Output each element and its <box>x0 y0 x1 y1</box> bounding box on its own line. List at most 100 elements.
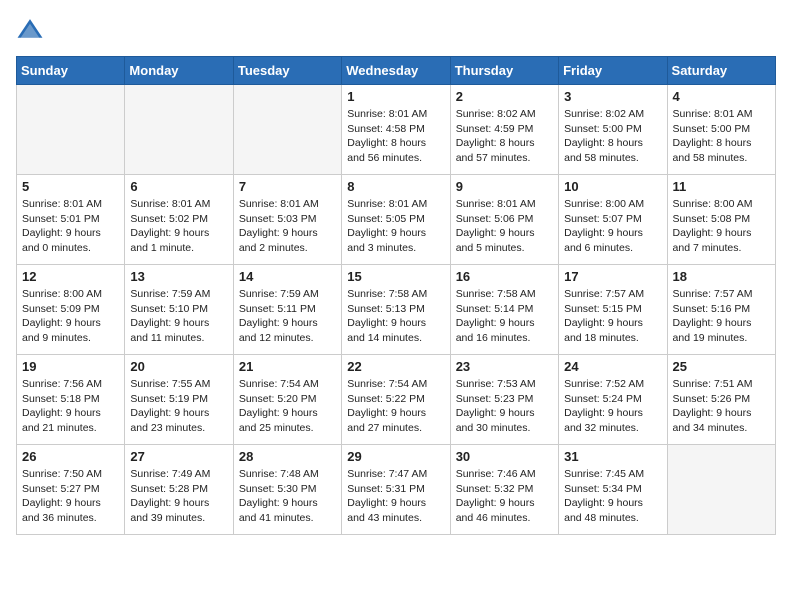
calendar-cell: 31 Sunrise: 7:45 AMSunset: 5:34 PMDayligh… <box>559 445 667 535</box>
day-number: 14 <box>239 269 336 284</box>
day-number: 1 <box>347 89 444 104</box>
calendar-cell: 17Sunrise: 7:57 AMSunset: 5:15 PMDayligh… <box>559 265 667 355</box>
calendar-cell: 29 Sunrise: 7:47 AMSunset: 5:31 PMDayligh… <box>342 445 450 535</box>
weekday-header-tuesday: Tuesday <box>233 57 341 85</box>
day-number: 7 <box>239 179 336 194</box>
calendar-week-row: 26 Sunrise: 7:50 AMSunset: 5:27 PMDayligh… <box>17 445 776 535</box>
day-info: Sunrise: 7:50 AMSunset: 5:27 PMDaylight:… <box>22 467 119 526</box>
calendar-cell: 5 Sunrise: 8:01 AMSunset: 5:01 PMDaylight… <box>17 175 125 265</box>
calendar-cell: 25 Sunrise: 7:51 AMSunset: 5:26 PMDayligh… <box>667 355 775 445</box>
day-number: 30 <box>456 449 553 464</box>
header <box>16 16 776 44</box>
day-info: Sunrise: 7:47 AMSunset: 5:31 PMDaylight:… <box>347 467 444 526</box>
day-number: 3 <box>564 89 661 104</box>
day-info: Sunrise: 8:01 AMSunset: 5:06 PMDaylight:… <box>456 197 553 256</box>
day-info: Sunrise: 7:45 AMSunset: 5:34 PMDaylight:… <box>564 467 661 526</box>
calendar-cell: 11 Sunrise: 8:00 AMSunset: 5:08 PMDayligh… <box>667 175 775 265</box>
weekday-header-saturday: Saturday <box>667 57 775 85</box>
day-number: 26 <box>22 449 119 464</box>
day-number: 21 <box>239 359 336 374</box>
day-info: Sunrise: 8:01 AMSunset: 5:00 PMDaylight:… <box>673 107 770 166</box>
calendar-cell: 18 Sunrise: 7:57 AMSunset: 5:16 PMDayligh… <box>667 265 775 355</box>
day-info: Sunrise: 7:46 AMSunset: 5:32 PMDaylight:… <box>456 467 553 526</box>
calendar-cell: 22 Sunrise: 7:54 AMSunset: 5:22 PMDayligh… <box>342 355 450 445</box>
calendar-cell: 28Sunrise: 7:48 AMSunset: 5:30 PMDayligh… <box>233 445 341 535</box>
day-info: Sunrise: 8:00 AMSunset: 5:08 PMDaylight:… <box>673 197 770 256</box>
day-info: Sunrise: 7:59 AMSunset: 5:11 PMDaylight:… <box>239 287 336 346</box>
calendar-cell: 15Sunrise: 7:58 AMSunset: 5:13 PMDayligh… <box>342 265 450 355</box>
day-number: 27 <box>130 449 227 464</box>
day-info: Sunrise: 7:58 AMSunset: 5:13 PMDaylight:… <box>347 287 444 346</box>
logo <box>16 16 48 44</box>
calendar-cell: 20 Sunrise: 7:55 AMSunset: 5:19 PMDayligh… <box>125 355 233 445</box>
day-number: 13 <box>130 269 227 284</box>
calendar-cell: 2 Sunrise: 8:02 AMSunset: 4:59 PMDaylight… <box>450 85 558 175</box>
day-info: Sunrise: 8:01 AMSunset: 5:03 PMDaylight:… <box>239 197 336 256</box>
day-number: 31 <box>564 449 661 464</box>
calendar-cell: 21 Sunrise: 7:54 AMSunset: 5:20 PMDayligh… <box>233 355 341 445</box>
day-info: Sunrise: 7:55 AMSunset: 5:19 PMDaylight:… <box>130 377 227 436</box>
calendar-cell: 16 Sunrise: 7:58 AMSunset: 5:14 PMDayligh… <box>450 265 558 355</box>
calendar-cell: 13Sunrise: 7:59 AMSunset: 5:10 PMDayligh… <box>125 265 233 355</box>
day-number: 8 <box>347 179 444 194</box>
day-info: Sunrise: 7:51 AMSunset: 5:26 PMDaylight:… <box>673 377 770 436</box>
day-info: Sunrise: 7:53 AMSunset: 5:23 PMDaylight:… <box>456 377 553 436</box>
calendar-week-row: 5 Sunrise: 8:01 AMSunset: 5:01 PMDaylight… <box>17 175 776 265</box>
day-info: Sunrise: 8:01 AMSunset: 4:58 PMDaylight:… <box>347 107 444 166</box>
day-number: 16 <box>456 269 553 284</box>
calendar-cell: 8 Sunrise: 8:01 AMSunset: 5:05 PMDaylight… <box>342 175 450 265</box>
calendar-cell: 24Sunrise: 7:52 AMSunset: 5:24 PMDayligh… <box>559 355 667 445</box>
calendar-cell: 30 Sunrise: 7:46 AMSunset: 5:32 PMDayligh… <box>450 445 558 535</box>
weekday-header-friday: Friday <box>559 57 667 85</box>
day-number: 25 <box>673 359 770 374</box>
weekday-header-wednesday: Wednesday <box>342 57 450 85</box>
day-number: 11 <box>673 179 770 194</box>
day-number: 17 <box>564 269 661 284</box>
calendar-cell: 19 Sunrise: 7:56 AMSunset: 5:18 PMDayligh… <box>17 355 125 445</box>
calendar-week-row: 19 Sunrise: 7:56 AMSunset: 5:18 PMDayligh… <box>17 355 776 445</box>
calendar-cell: 26 Sunrise: 7:50 AMSunset: 5:27 PMDayligh… <box>17 445 125 535</box>
day-info: Sunrise: 7:54 AMSunset: 5:22 PMDaylight:… <box>347 377 444 436</box>
day-info: Sunrise: 8:01 AMSunset: 5:05 PMDaylight:… <box>347 197 444 256</box>
weekday-header-monday: Monday <box>125 57 233 85</box>
day-number: 2 <box>456 89 553 104</box>
calendar-table: SundayMondayTuesdayWednesdayThursdayFrid… <box>16 56 776 535</box>
day-number: 9 <box>456 179 553 194</box>
logo-icon <box>16 16 44 44</box>
day-info: Sunrise: 7:56 AMSunset: 5:18 PMDaylight:… <box>22 377 119 436</box>
calendar-cell <box>667 445 775 535</box>
day-info: Sunrise: 8:02 AMSunset: 4:59 PMDaylight:… <box>456 107 553 166</box>
calendar-cell <box>125 85 233 175</box>
calendar-cell: 14 Sunrise: 7:59 AMSunset: 5:11 PMDayligh… <box>233 265 341 355</box>
calendar-cell <box>233 85 341 175</box>
day-number: 10 <box>564 179 661 194</box>
day-number: 6 <box>130 179 227 194</box>
calendar-cell <box>17 85 125 175</box>
calendar-week-row: 12 Sunrise: 8:00 AMSunset: 5:09 PMDayligh… <box>17 265 776 355</box>
calendar-week-row: 1 Sunrise: 8:01 AMSunset: 4:58 PMDaylight… <box>17 85 776 175</box>
day-info: Sunrise: 7:58 AMSunset: 5:14 PMDaylight:… <box>456 287 553 346</box>
day-number: 12 <box>22 269 119 284</box>
calendar-cell: 3 Sunrise: 8:02 AMSunset: 5:00 PMDaylight… <box>559 85 667 175</box>
weekday-header-thursday: Thursday <box>450 57 558 85</box>
day-info: Sunrise: 8:01 AMSunset: 5:02 PMDaylight:… <box>130 197 227 256</box>
day-info: Sunrise: 7:57 AMSunset: 5:16 PMDaylight:… <box>673 287 770 346</box>
day-number: 18 <box>673 269 770 284</box>
day-info: Sunrise: 7:54 AMSunset: 5:20 PMDaylight:… <box>239 377 336 436</box>
day-number: 28 <box>239 449 336 464</box>
calendar-cell: 10Sunrise: 8:00 AMSunset: 5:07 PMDayligh… <box>559 175 667 265</box>
weekday-header-sunday: Sunday <box>17 57 125 85</box>
day-info: Sunrise: 8:00 AMSunset: 5:09 PMDaylight:… <box>22 287 119 346</box>
day-number: 4 <box>673 89 770 104</box>
calendar-cell: 6 Sunrise: 8:01 AMSunset: 5:02 PMDaylight… <box>125 175 233 265</box>
day-number: 19 <box>22 359 119 374</box>
day-number: 22 <box>347 359 444 374</box>
day-number: 24 <box>564 359 661 374</box>
weekday-header-row: SundayMondayTuesdayWednesdayThursdayFrid… <box>17 57 776 85</box>
day-number: 5 <box>22 179 119 194</box>
day-number: 20 <box>130 359 227 374</box>
day-number: 29 <box>347 449 444 464</box>
calendar-cell: 7 Sunrise: 8:01 AMSunset: 5:03 PMDaylight… <box>233 175 341 265</box>
day-info: Sunrise: 8:01 AMSunset: 5:01 PMDaylight:… <box>22 197 119 256</box>
day-info: Sunrise: 8:02 AMSunset: 5:00 PMDaylight:… <box>564 107 661 166</box>
